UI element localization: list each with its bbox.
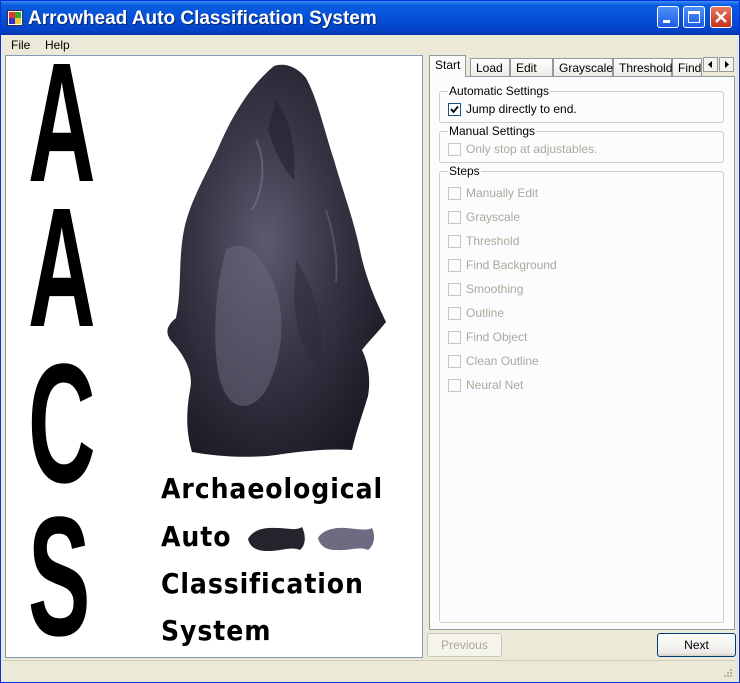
close-button[interactable] <box>710 6 732 28</box>
automatic-settings-group: Automatic Settings Jump directly to end. <box>439 84 724 123</box>
arrowhead-image <box>167 64 386 457</box>
minimize-icon <box>663 20 670 23</box>
start-tab-panel: Automatic Settings Jump directly to end.… <box>429 76 735 630</box>
logo-letter-c: C <box>28 329 96 519</box>
status-bar <box>3 660 737 682</box>
step-checkbox[interactable] <box>448 331 461 344</box>
step-label: Grayscale <box>466 210 521 224</box>
tab-strip: Start Load Edit Grayscale Threshold Find <box>427 55 737 77</box>
jump-to-end-checkbox[interactable] <box>448 103 461 116</box>
step-label: Clean Outline <box>466 354 539 368</box>
app-window: Arrowhead Auto Classification System Fil… <box>0 0 740 683</box>
menu-help[interactable]: Help <box>45 38 70 52</box>
step-label: Smoothing <box>466 282 524 296</box>
logo-text-auto: Auto <box>161 520 232 553</box>
step-label: Outline <box>466 306 505 320</box>
minimize-button[interactable] <box>657 6 679 28</box>
checkmark-icon <box>450 105 459 114</box>
tab-edit[interactable]: Edit <box>510 58 553 76</box>
menu-bar: File Help <box>1 35 739 55</box>
step-checkbox[interactable] <box>448 283 461 296</box>
app-icon[interactable] <box>7 10 23 26</box>
steps-group: Steps Manually Edit Grayscale Threshold … <box>439 164 724 623</box>
tab-scroll-right-button[interactable] <box>719 57 734 72</box>
tab-load[interactable]: Load <box>470 58 510 76</box>
triangle-left-icon <box>708 61 712 68</box>
next-button[interactable]: Next <box>657 633 736 657</box>
logo-text-classification: Classification <box>161 567 364 600</box>
image-canvas: A A C S Archaeological Auto Classificati… <box>5 55 423 658</box>
previous-button[interactable]: Previous <box>427 633 502 657</box>
menu-file[interactable]: File <box>11 38 30 52</box>
arrowhead-silhouettes <box>248 527 375 551</box>
step-label: Neural Net <box>466 378 524 392</box>
tab-find[interactable]: Find <box>672 58 702 76</box>
window-title: Arrowhead Auto Classification System <box>28 8 377 29</box>
step-checkbox[interactable] <box>448 235 461 248</box>
only-stop-label: Only stop at adjustables. <box>466 142 598 156</box>
tab-threshold[interactable]: Threshold <box>613 58 672 76</box>
step-label: Threshold <box>466 234 520 248</box>
step-checkbox[interactable] <box>448 307 461 320</box>
logo-letter-s: S <box>28 482 91 658</box>
only-stop-checkbox[interactable] <box>448 143 461 156</box>
jump-to-end-label: Jump directly to end. <box>466 102 577 116</box>
tab-scroll-arrows <box>703 57 735 73</box>
logo-letter-a: A <box>28 173 96 363</box>
step-checkbox[interactable] <box>448 187 461 200</box>
step-label: Find Object <box>466 330 528 344</box>
tab-scroll-left-button[interactable] <box>703 57 718 72</box>
resize-grip-icon[interactable] <box>721 668 733 680</box>
group-title: Automatic Settings <box>448 84 551 98</box>
tab-start[interactable]: Start <box>429 55 466 77</box>
title-bar[interactable]: Arrowhead Auto Classification System <box>1 1 739 35</box>
manual-settings-group: Manual Settings Only stop at adjustables… <box>439 124 724 163</box>
step-checkbox[interactable] <box>448 355 461 368</box>
triangle-right-icon <box>725 61 729 68</box>
step-checkbox[interactable] <box>448 211 461 224</box>
step-checkbox[interactable] <box>448 379 461 392</box>
group-title: Manual Settings <box>448 124 537 138</box>
maximize-icon <box>688 11 700 23</box>
logo-text-archaeological: Archaeological <box>161 472 384 505</box>
logo-text-system: System <box>161 614 272 647</box>
step-checkbox[interactable] <box>448 259 461 272</box>
group-title: Steps <box>448 164 481 178</box>
maximize-button[interactable] <box>683 6 705 28</box>
close-icon <box>715 11 727 23</box>
step-label: Manually Edit <box>466 186 539 200</box>
step-label: Find Background <box>466 258 557 272</box>
tab-grayscale[interactable]: Grayscale <box>553 58 613 76</box>
